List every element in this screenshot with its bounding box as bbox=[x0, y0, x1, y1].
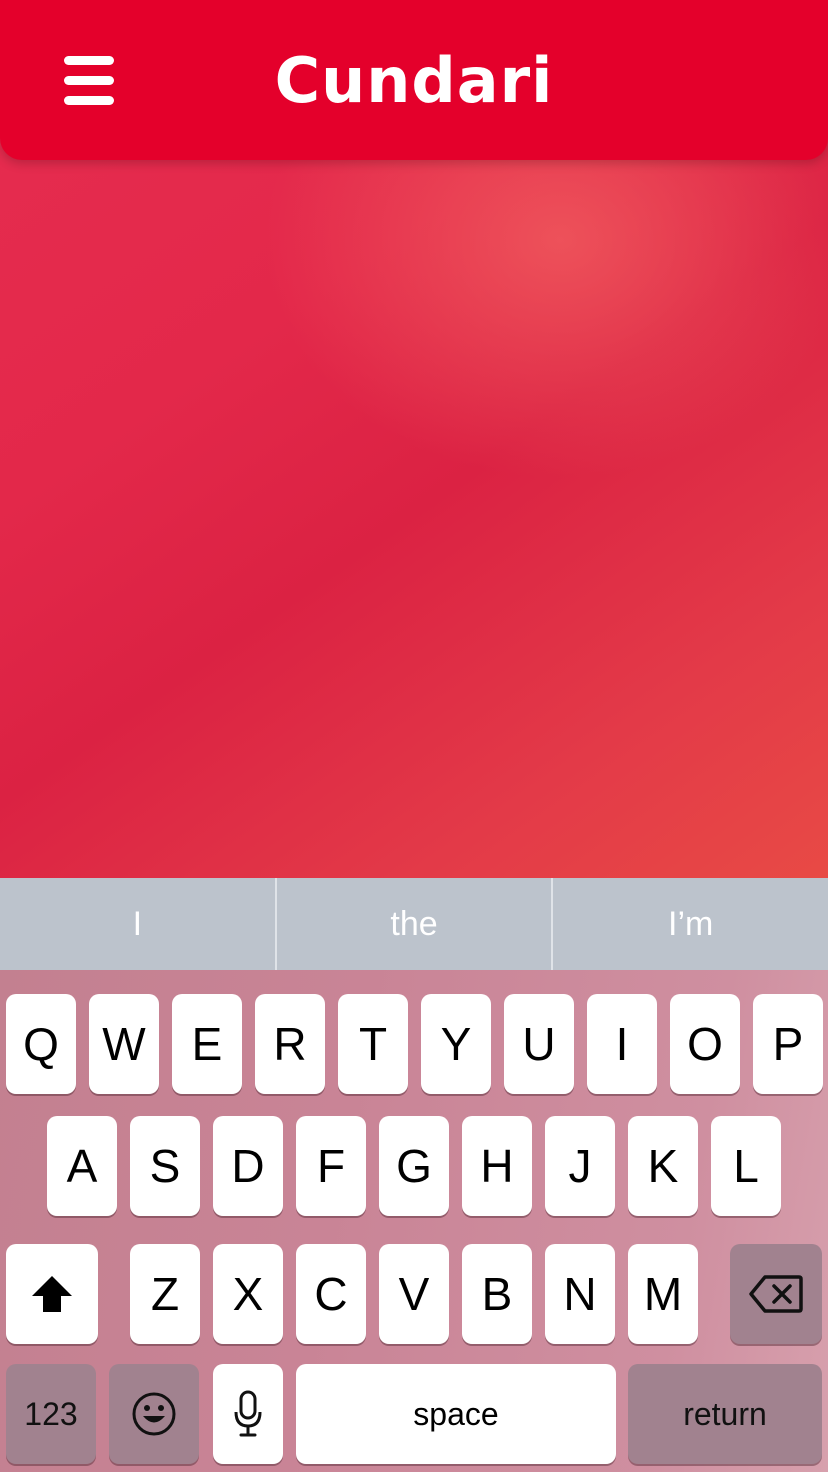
emoji-key[interactable] bbox=[109, 1364, 199, 1464]
key-o[interactable]: O bbox=[670, 994, 740, 1094]
shift-key[interactable] bbox=[6, 1244, 98, 1344]
key-i[interactable]: I bbox=[587, 994, 657, 1094]
key-v[interactable]: V bbox=[379, 1244, 449, 1344]
predictive-bar: I the I’m bbox=[0, 878, 828, 970]
delete-key[interactable] bbox=[730, 1244, 822, 1344]
suggestion-2[interactable]: the bbox=[274, 878, 552, 970]
keyboard: Q W E R T Y U I O P A S D F G H J K L Z … bbox=[0, 970, 828, 1472]
space-key[interactable]: space bbox=[296, 1364, 616, 1464]
suggestion-3[interactable]: I’m bbox=[551, 878, 828, 970]
mic-key[interactable] bbox=[213, 1364, 283, 1464]
key-q[interactable]: Q bbox=[6, 994, 76, 1094]
key-w[interactable]: W bbox=[89, 994, 159, 1094]
key-h[interactable]: H bbox=[462, 1116, 532, 1216]
key-a[interactable]: A bbox=[47, 1116, 117, 1216]
key-e[interactable]: E bbox=[172, 994, 242, 1094]
key-u[interactable]: U bbox=[504, 994, 574, 1094]
key-x[interactable]: X bbox=[213, 1244, 283, 1344]
return-key[interactable]: return bbox=[628, 1364, 822, 1464]
key-k[interactable]: K bbox=[628, 1116, 698, 1216]
app-header: Cundari bbox=[0, 0, 828, 160]
suggestion-1[interactable]: I bbox=[0, 878, 275, 970]
key-m[interactable]: M bbox=[628, 1244, 698, 1344]
backspace-icon bbox=[749, 1275, 803, 1313]
key-z[interactable]: Z bbox=[130, 1244, 200, 1344]
key-c[interactable]: C bbox=[296, 1244, 366, 1344]
key-p[interactable]: P bbox=[753, 994, 823, 1094]
key-g[interactable]: G bbox=[379, 1116, 449, 1216]
key-b[interactable]: B bbox=[462, 1244, 532, 1344]
emoji-smiley-icon bbox=[132, 1392, 176, 1436]
key-t[interactable]: T bbox=[338, 994, 408, 1094]
key-y[interactable]: Y bbox=[421, 994, 491, 1094]
key-j[interactable]: J bbox=[545, 1116, 615, 1216]
key-n[interactable]: N bbox=[545, 1244, 615, 1344]
numbers-key[interactable]: 123 bbox=[6, 1364, 96, 1464]
shift-arrow-icon bbox=[32, 1276, 72, 1312]
microphone-icon bbox=[234, 1390, 262, 1437]
key-r[interactable]: R bbox=[255, 994, 325, 1094]
key-s[interactable]: S bbox=[130, 1116, 200, 1216]
key-d[interactable]: D bbox=[213, 1116, 283, 1216]
key-l[interactable]: L bbox=[711, 1116, 781, 1216]
key-f[interactable]: F bbox=[296, 1116, 366, 1216]
app-title: Cundari bbox=[274, 44, 554, 117]
